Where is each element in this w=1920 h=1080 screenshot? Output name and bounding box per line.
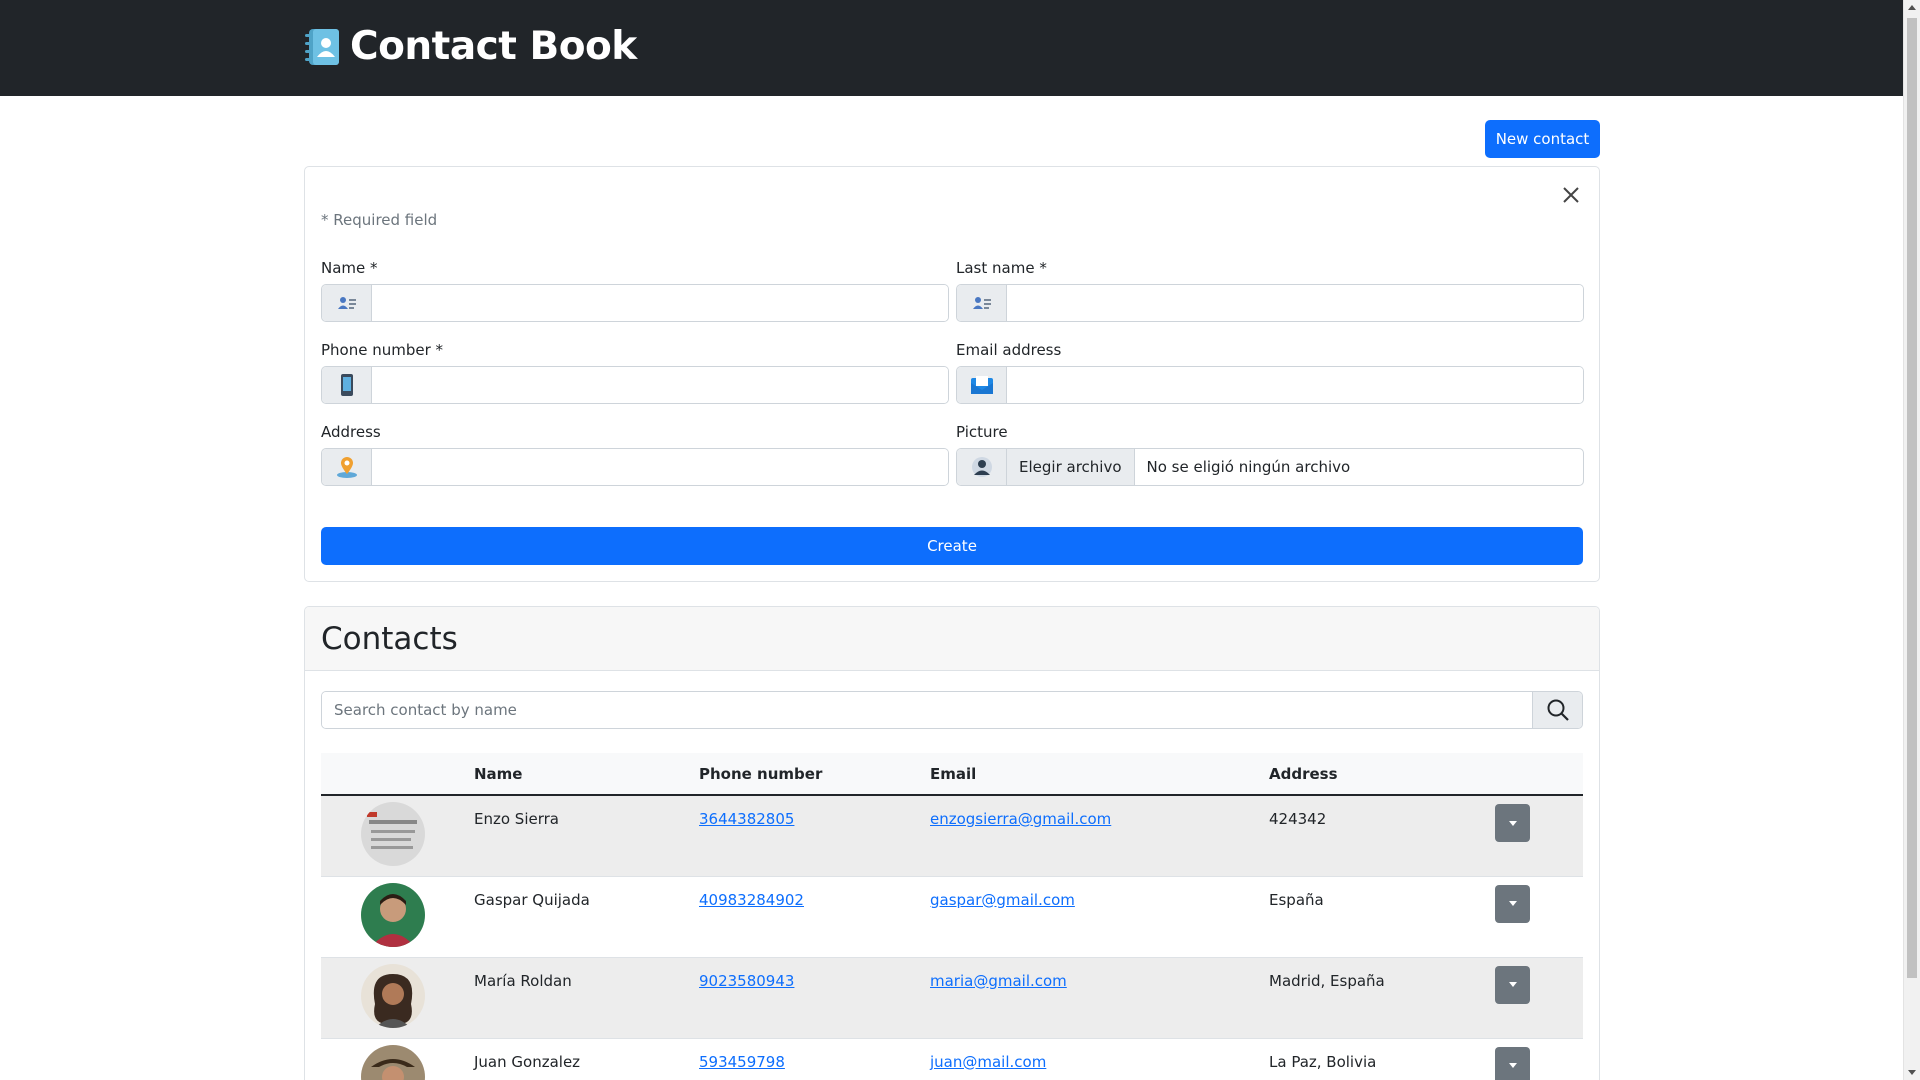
user-avatar-icon [957,449,1007,485]
avatar [361,963,425,1028]
name-label: Name * [321,259,378,277]
caret-down-icon [1508,982,1517,987]
column-header [1495,753,1583,795]
last-name-input[interactable] [1007,285,1583,321]
envelope-icon [957,367,1007,403]
app-title: Contact Book [350,24,637,69]
phone-link[interactable]: 9023580943 [699,972,794,990]
file-status: No se eligió ningún archivo [1146,458,1351,476]
contact-name: María Roldan [474,971,572,990]
address-label: Address [321,423,381,441]
create-button[interactable]: Create [321,527,1583,565]
search-icon [1547,699,1569,721]
last-name-label: Last name * [956,259,1047,277]
phone-input[interactable] [372,367,948,403]
row-actions-dropdown[interactable] [1495,804,1530,842]
scrollbar-thumb[interactable] [1907,18,1917,978]
caret-down-icon [1508,901,1517,906]
phone-link[interactable]: 593459798 [699,1053,785,1071]
choose-file-button[interactable]: Elegir archivo [1007,449,1135,485]
column-header: Phone number [699,764,823,783]
table-header-row: Name Phone number Email Address [321,753,1583,795]
caret-down-icon [1508,1063,1517,1068]
contacts-card: Contacts Name Phone number Email Address… [304,606,1600,1080]
new-contact-button[interactable]: New contact [1485,120,1600,158]
picture-label: Picture [956,423,1008,441]
row-actions-dropdown[interactable] [1495,884,1530,923]
caret-down-icon [1508,820,1517,826]
contact-name: Enzo Sierra [474,810,559,828]
email-label: Email address [956,341,1062,359]
avatar [361,1044,425,1080]
name-input[interactable] [372,285,948,321]
close-icon[interactable] [1559,183,1583,207]
search-input[interactable] [322,692,1532,728]
contacts-table: Name Phone number Email Address Enzo Sie… [321,753,1583,1080]
search-bar [321,691,1583,729]
contacts-title: Contacts [305,607,1599,671]
phone-label: Phone number * [321,341,444,359]
table-row: Enzo Sierra 3644382805 enzogsierra@gmail… [321,795,1583,876]
navbar: Contact Book [0,0,1920,96]
brand[interactable]: Contact Book [304,24,637,69]
row-actions-dropdown[interactable] [1495,965,1530,1004]
last-name-field-group: Last name * [956,259,1584,322]
row-actions-dropdown[interactable] [1495,1046,1530,1080]
contact-address: 424342 [1269,810,1327,828]
email-input[interactable] [1007,367,1583,403]
column-header [321,753,474,795]
person-card-icon [957,285,1007,321]
table-row: Gaspar Quijada 40983284902 gaspar@gmail.… [321,876,1583,957]
location-pin-icon [322,449,372,485]
contact-name: Juan Gonzalez [474,1052,581,1071]
contact-address: La Paz, Bolivia [1269,1052,1377,1071]
address-book-icon [305,28,339,65]
new-contact-form: * Required field Name * Last name * Phon… [304,166,1600,582]
column-header: Name [474,764,523,783]
phone-link[interactable]: 3644382805 [699,810,794,828]
address-field-group: Address [321,423,949,486]
table-row: Juan Gonzalez 593459798 juan@mail.com La… [321,1038,1583,1080]
column-header: Address [1269,764,1338,783]
scroll-down-arrow-icon[interactable] [1908,1070,1916,1075]
address-input[interactable] [372,449,948,485]
scroll-up-arrow-icon[interactable] [1908,5,1916,10]
picture-field-group: Picture Elegir archivo No se eligió ning… [956,423,1584,486]
contact-address: España [1269,890,1324,909]
email-link[interactable]: juan@mail.com [930,1053,1046,1071]
email-link[interactable]: enzogsierra@gmail.com [930,810,1111,828]
email-link[interactable]: maria@gmail.com [930,972,1067,990]
phone-link[interactable]: 40983284902 [699,891,804,909]
mobile-phone-icon [322,367,372,403]
table-row: María Roldan 9023580943 maria@gmail.com … [321,957,1583,1038]
email-field-group: Email address [956,341,1584,404]
email-link[interactable]: gaspar@gmail.com [930,891,1075,909]
person-card-icon [322,285,372,321]
avatar [361,802,425,866]
contact-name: Gaspar Quijada [474,890,590,909]
search-button[interactable] [1532,692,1582,728]
scrollbar[interactable] [1903,0,1920,1080]
required-note: * Required field [321,211,438,229]
column-header: Email [930,764,977,783]
name-field-group: Name * [321,259,949,322]
avatar [361,882,425,947]
phone-field-group: Phone number * [321,341,949,404]
contact-address: Madrid, España [1269,971,1385,990]
